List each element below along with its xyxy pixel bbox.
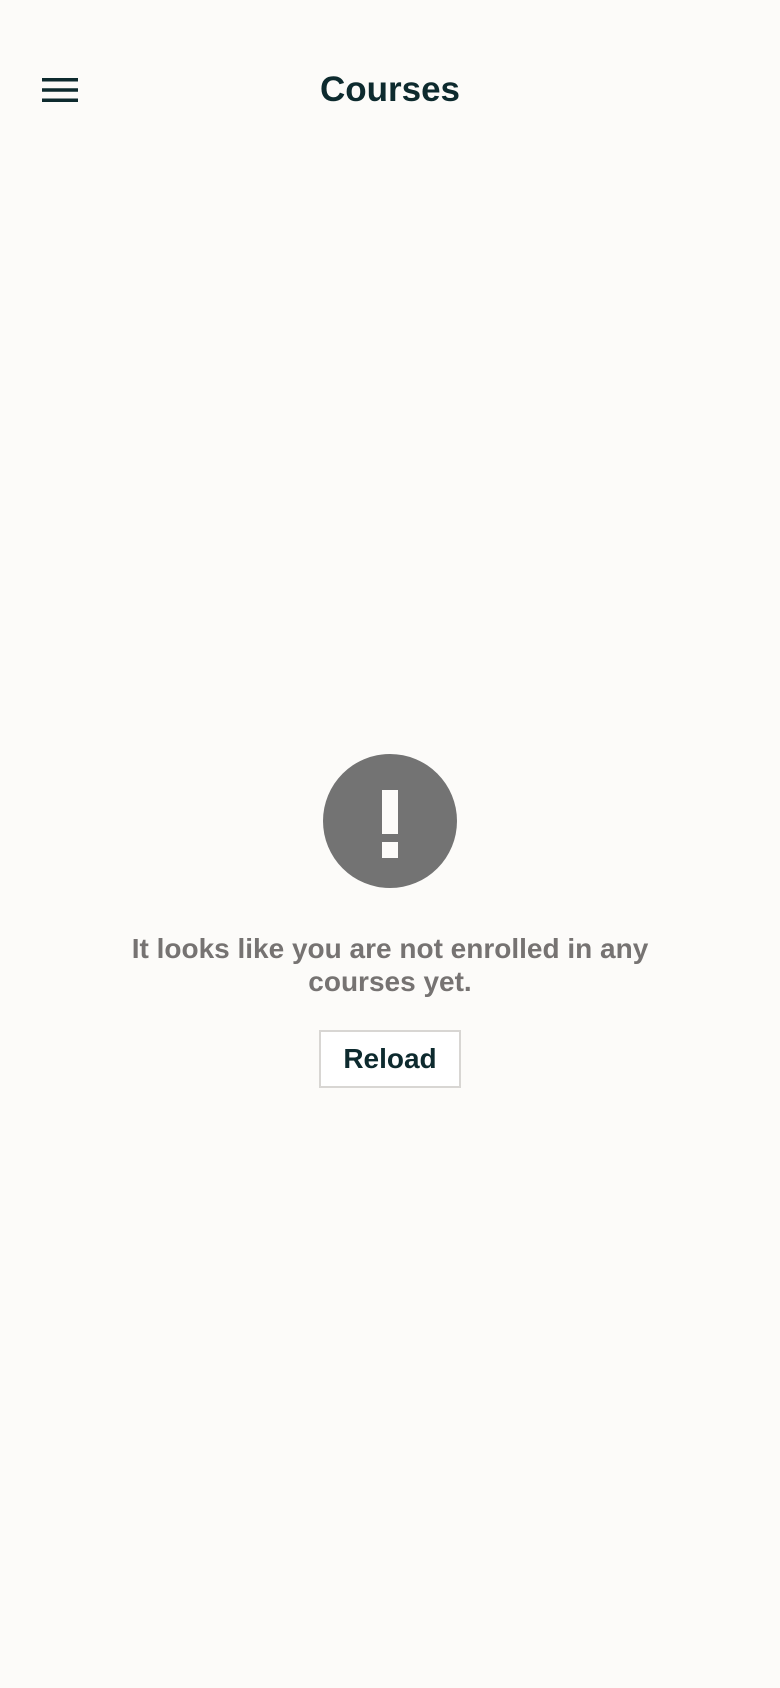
page-title: Courses [319,70,461,109]
exclamation-bar [382,790,398,834]
reload-button[interactable]: Reload [319,1030,461,1088]
exclamation-circle-icon [323,754,457,888]
app-bar: Courses [0,0,780,180]
empty-state-message: It looks like you are not enrolled in an… [131,933,649,997]
empty-state: It looks like you are not enrolled in an… [0,754,780,1088]
exclamation-dot [382,842,398,858]
